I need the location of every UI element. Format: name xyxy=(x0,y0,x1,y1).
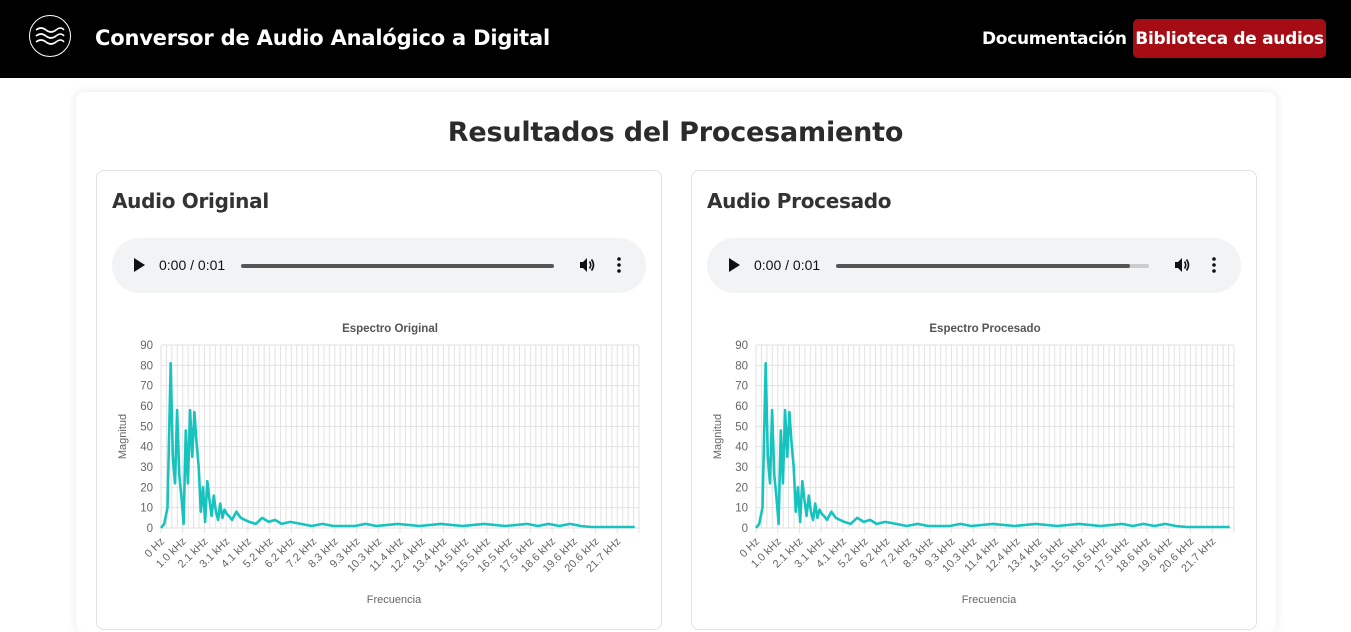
seek-bar-fill xyxy=(836,264,1131,268)
y-tick-label: 30 xyxy=(140,462,153,474)
audio-library-button[interactable]: Biblioteca de audios xyxy=(1133,19,1326,58)
spectrum-chart-processed: Espectro Procesado01020304050607080900 H… xyxy=(712,323,1235,606)
seek-bar[interactable] xyxy=(241,264,554,268)
audio-player-processed: 0:00 / 0:01 xyxy=(707,238,1241,293)
page-title: Resultados del Procesamiento xyxy=(447,117,904,148)
y-tick-label: 30 xyxy=(735,462,748,474)
audio-player-original: 0:00 / 0:01 xyxy=(112,238,646,293)
panel-title: Audio Procesado xyxy=(707,189,892,213)
y-tick-label: 50 xyxy=(735,421,748,433)
y-tick-label: 80 xyxy=(140,360,153,372)
more-options-icon[interactable] xyxy=(615,255,623,275)
waves-icon[interactable] xyxy=(29,15,71,57)
y-tick-label: 90 xyxy=(140,340,153,352)
volume-icon[interactable] xyxy=(578,256,596,274)
y-tick-label: 70 xyxy=(140,381,153,393)
panel-processed-audio: Audio Procesado 0:00 / 0:01 Espectro Pro… xyxy=(691,170,1257,630)
seek-bar-fill xyxy=(241,264,554,268)
spectrum-chart-original: Espectro Original01020304050607080900 Hz… xyxy=(117,323,640,606)
y-tick-label: 60 xyxy=(140,401,153,413)
y-tick-label: 0 xyxy=(147,523,153,535)
x-axis-label: Frecuencia xyxy=(367,594,422,606)
more-options-icon[interactable] xyxy=(1210,255,1218,275)
y-tick-label: 70 xyxy=(735,381,748,393)
top-navbar: Conversor de Audio Analógico a Digital D… xyxy=(0,0,1351,78)
y-tick-label: 90 xyxy=(735,340,748,352)
y-axis-label: Magnitud xyxy=(712,414,724,459)
y-tick-label: 80 xyxy=(735,360,748,372)
panel-original-audio: Audio Original 0:00 / 0:01 Espectro Orig… xyxy=(96,170,662,630)
y-tick-label: 20 xyxy=(735,482,748,494)
seek-bar[interactable] xyxy=(836,264,1149,268)
time-display: 0:00 / 0:01 xyxy=(754,257,821,273)
x-axis-label: Frecuencia xyxy=(962,594,1017,606)
y-tick-label: 50 xyxy=(140,421,153,433)
y-tick-label: 40 xyxy=(735,442,748,454)
y-tick-label: 10 xyxy=(140,503,153,515)
play-icon[interactable] xyxy=(729,258,740,272)
y-axis-label: Magnitud xyxy=(117,414,129,459)
panel-title: Audio Original xyxy=(112,189,269,213)
y-tick-label: 0 xyxy=(742,523,748,535)
play-icon[interactable] xyxy=(134,258,145,272)
chart-title: Espectro Procesado xyxy=(929,323,1040,335)
y-tick-label: 60 xyxy=(735,401,748,413)
chart-title: Espectro Original xyxy=(342,323,438,335)
time-display: 0:00 / 0:01 xyxy=(159,257,226,273)
app-title: Conversor de Audio Analógico a Digital xyxy=(95,26,550,50)
nav-link-documentation[interactable]: Documentación xyxy=(982,29,1127,49)
volume-icon[interactable] xyxy=(1173,256,1191,274)
y-tick-label: 40 xyxy=(140,442,153,454)
y-tick-label: 10 xyxy=(735,503,748,515)
y-tick-label: 20 xyxy=(140,482,153,494)
